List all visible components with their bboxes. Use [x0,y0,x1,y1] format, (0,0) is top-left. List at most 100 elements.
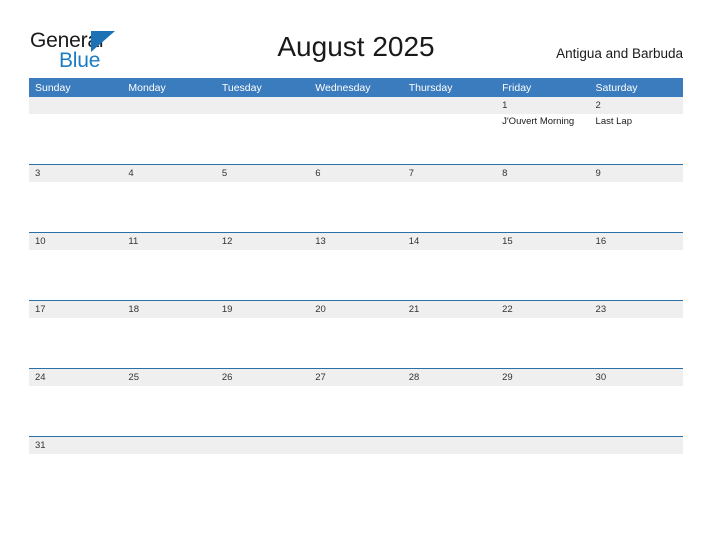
day-cell[interactable] [403,250,496,300]
day-number[interactable] [496,437,589,454]
day-number[interactable] [309,97,402,114]
day-cell[interactable] [216,386,309,436]
day-cell[interactable] [122,250,215,300]
day-number-band: 3456789 [29,165,683,182]
day-cell[interactable] [122,386,215,436]
day-number[interactable]: 30 [590,369,683,386]
day-number[interactable] [403,97,496,114]
day-number[interactable]: 24 [29,369,122,386]
day-number[interactable]: 10 [29,233,122,250]
weekday-header-row: Sunday Monday Tuesday Wednesday Thursday Frid… [29,78,683,97]
day-number[interactable]: 19 [216,301,309,318]
day-cell[interactable] [403,454,496,504]
day-cell[interactable] [309,318,402,368]
day-cell[interactable] [496,318,589,368]
day-number[interactable]: 27 [309,369,402,386]
day-number[interactable] [29,97,122,114]
day-cell[interactable] [122,182,215,232]
day-cell[interactable] [122,318,215,368]
day-number[interactable]: 6 [309,165,402,182]
day-cell[interactable] [403,318,496,368]
calendar-week-row: 3456789 [29,164,683,232]
day-cell[interactable] [309,250,402,300]
day-number[interactable]: 4 [122,165,215,182]
day-number[interactable]: 25 [122,369,215,386]
day-number[interactable]: 31 [29,437,122,454]
day-number[interactable]: 14 [403,233,496,250]
day-cell[interactable]: J'Ouvert Morning [496,114,589,164]
day-number[interactable]: 15 [496,233,589,250]
day-number-band: 17 18 19 20 21 22 23 [29,301,683,318]
day-number[interactable] [590,437,683,454]
day-number[interactable] [216,437,309,454]
day-cell[interactable] [590,182,683,232]
day-cell[interactable] [309,454,402,504]
day-number[interactable]: 8 [496,165,589,182]
day-cell[interactable] [29,454,122,504]
day-number[interactable]: 1 [496,97,589,114]
day-number[interactable]: 21 [403,301,496,318]
day-cell[interactable] [590,454,683,504]
day-number[interactable]: 23 [590,301,683,318]
day-cell[interactable] [216,454,309,504]
day-cell[interactable] [216,250,309,300]
day-cell[interactable] [29,182,122,232]
day-cell[interactable] [216,114,309,164]
day-number[interactable]: 20 [309,301,402,318]
weekday-header-thursday: Thursday [408,81,453,94]
day-events-band [29,386,683,436]
day-cell[interactable] [216,182,309,232]
day-number-band: 31 [29,437,683,454]
weekday-header-friday: Friday [502,81,532,94]
day-number[interactable]: 7 [403,165,496,182]
day-events-band [29,182,683,232]
day-cell[interactable] [403,114,496,164]
day-cell[interactable] [29,318,122,368]
day-number[interactable] [122,97,215,114]
day-number[interactable]: 2 [590,97,683,114]
day-number[interactable] [309,437,402,454]
day-cell[interactable] [29,114,122,164]
calendar-week-row: 31 [29,436,683,504]
day-cell[interactable] [496,454,589,504]
day-cell[interactable] [309,182,402,232]
day-number[interactable]: 22 [496,301,589,318]
day-cell[interactable]: Last Lap [590,114,683,164]
day-number[interactable] [216,97,309,114]
day-cell[interactable] [496,250,589,300]
day-cell[interactable] [496,386,589,436]
day-number[interactable]: 5 [216,165,309,182]
weekday-header-saturday: Saturday [595,81,638,94]
weekday-header-tuesday: Tuesday [221,81,262,94]
day-number[interactable]: 9 [590,165,683,182]
day-cell[interactable] [309,386,402,436]
day-cell[interactable] [590,318,683,368]
day-number[interactable]: 17 [29,301,122,318]
day-cell[interactable] [122,114,215,164]
day-number[interactable]: 16 [590,233,683,250]
day-number[interactable]: 18 [122,301,215,318]
day-number-band: 10 11 12 13 14 15 16 [29,233,683,250]
calendar-event: Last Lap [595,116,632,127]
day-cell[interactable] [309,114,402,164]
day-cell[interactable] [590,386,683,436]
day-number-band: 24 25 26 27 28 29 30 [29,369,683,386]
day-number[interactable]: 3 [29,165,122,182]
day-number[interactable]: 11 [122,233,215,250]
day-number[interactable] [122,437,215,454]
day-cell[interactable] [216,318,309,368]
day-cell[interactable] [590,250,683,300]
day-cell[interactable] [29,250,122,300]
day-number[interactable]: 12 [216,233,309,250]
day-cell[interactable] [29,386,122,436]
day-number[interactable]: 26 [216,369,309,386]
day-number[interactable] [403,437,496,454]
day-cell[interactable] [403,182,496,232]
day-cell[interactable] [496,182,589,232]
day-cell[interactable] [403,386,496,436]
day-number[interactable]: 28 [403,369,496,386]
day-cell[interactable] [122,454,215,504]
weekday-header-sunday: Sunday [35,81,71,94]
day-number[interactable]: 29 [496,369,589,386]
day-number[interactable]: 13 [309,233,402,250]
